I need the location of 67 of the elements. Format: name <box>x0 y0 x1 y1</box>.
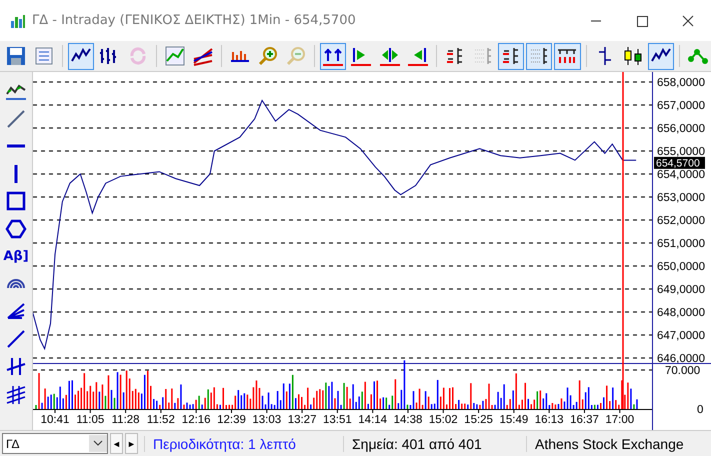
price-axis-label: 647,0000 <box>657 330 705 342</box>
center-icon <box>378 45 401 67</box>
price-axis-label: 653,0000 <box>657 192 705 204</box>
save-icon <box>5 45 28 67</box>
grid-scale-tool-button[interactable] <box>526 42 552 70</box>
hilo-icon <box>598 47 612 65</box>
previous-button[interactable]: ◄ <box>110 433 123 454</box>
line-icon <box>5 328 27 350</box>
price-axis-label: 657,0000 <box>657 100 705 112</box>
next-button[interactable]: ► <box>125 433 138 454</box>
compare-icon <box>164 45 186 67</box>
exchange-label: Athens Stock Exchange <box>526 436 692 452</box>
price-axis-label: 646,0000 <box>657 353 705 365</box>
price-axis-label: 650,0000 <box>657 261 705 273</box>
time-axis-label: 15:25 <box>464 414 493 426</box>
vertical-line-icon <box>14 164 18 182</box>
line-chart-tool-button[interactable] <box>68 42 94 70</box>
arcs-icon <box>7 278 25 288</box>
window-title: ΓΔ - Intraday (ΓΕΝΙΚΟΣ ΔΕΙΚΤΗΣ) 1Min - 654,5700 <box>32 13 357 28</box>
price-axis-label: 651,0000 <box>657 238 705 250</box>
price-axis-label: 648,0000 <box>657 307 705 319</box>
parallel-icon <box>5 355 27 377</box>
scale-bottom-tool-button[interactable] <box>554 42 581 70</box>
candle-icon <box>622 45 644 67</box>
time-axis-label: 13:27 <box>288 414 316 426</box>
dropdown-icon <box>89 435 107 452</box>
time-axis-label: 16:37 <box>570 414 599 426</box>
volume-axis-label: 70.000 <box>665 365 700 377</box>
properties-icon <box>33 45 56 67</box>
text-tool-button[interactable]: Aβ] <box>3 243 29 269</box>
time-axis-label: 14:14 <box>358 414 388 426</box>
time-axis-label: 11:05 <box>76 414 104 426</box>
time-axis-label: 15:49 <box>499 414 528 426</box>
scale-right-tool-button[interactable] <box>498 42 524 70</box>
go-start-icon <box>406 45 429 67</box>
time-axis-label: 11:28 <box>112 414 140 426</box>
zoom-in-icon <box>257 45 280 67</box>
time-axis-label: 13:51 <box>323 414 352 426</box>
fit-tool-button[interactable] <box>320 42 346 70</box>
price-axis-label: 655,0000 <box>657 146 705 158</box>
time-axis-label: 14:38 <box>394 414 422 426</box>
symbol-combo[interactable]: ΓΔ <box>2 433 108 454</box>
line-tool-button[interactable] <box>648 42 674 70</box>
last-price-tag: 654,5700 <box>654 156 705 170</box>
price-axis-label: 652,0000 <box>657 215 705 227</box>
time-axis-label: 17:00 <box>605 414 634 426</box>
period-label: Περιοδικότητα: 1 λεπτό <box>144 436 341 452</box>
price-axis-label: 649,0000 <box>657 284 705 296</box>
price-axis-label: 658,0000 <box>657 77 705 89</box>
volume-icon <box>230 50 250 62</box>
chart-app-icon <box>10 12 26 28</box>
go-end-icon <box>350 45 372 67</box>
price-axis-label: 656,0000 <box>657 123 705 135</box>
time-axis-label: 16:13 <box>534 414 564 426</box>
time-axis-label: 12:16 <box>182 414 211 426</box>
time-axis-label: 10:41 <box>40 414 70 426</box>
time-axis-label: 11:52 <box>146 414 175 426</box>
horizontal-line-icon <box>7 144 25 148</box>
rectangle-icon <box>5 190 27 212</box>
volume-axis-label: 0 <box>697 404 704 416</box>
time-axis-label: 13:03 <box>252 414 282 426</box>
points-label: Σημεία: 401 από 401 <box>343 436 524 452</box>
trend-line-icon <box>5 108 27 130</box>
time-axis-label: 12:39 <box>217 414 246 426</box>
zoom-out-icon <box>285 45 308 67</box>
time-axis-label: 15:02 <box>428 414 458 426</box>
price-axis-label: 654,0000 <box>657 169 705 181</box>
